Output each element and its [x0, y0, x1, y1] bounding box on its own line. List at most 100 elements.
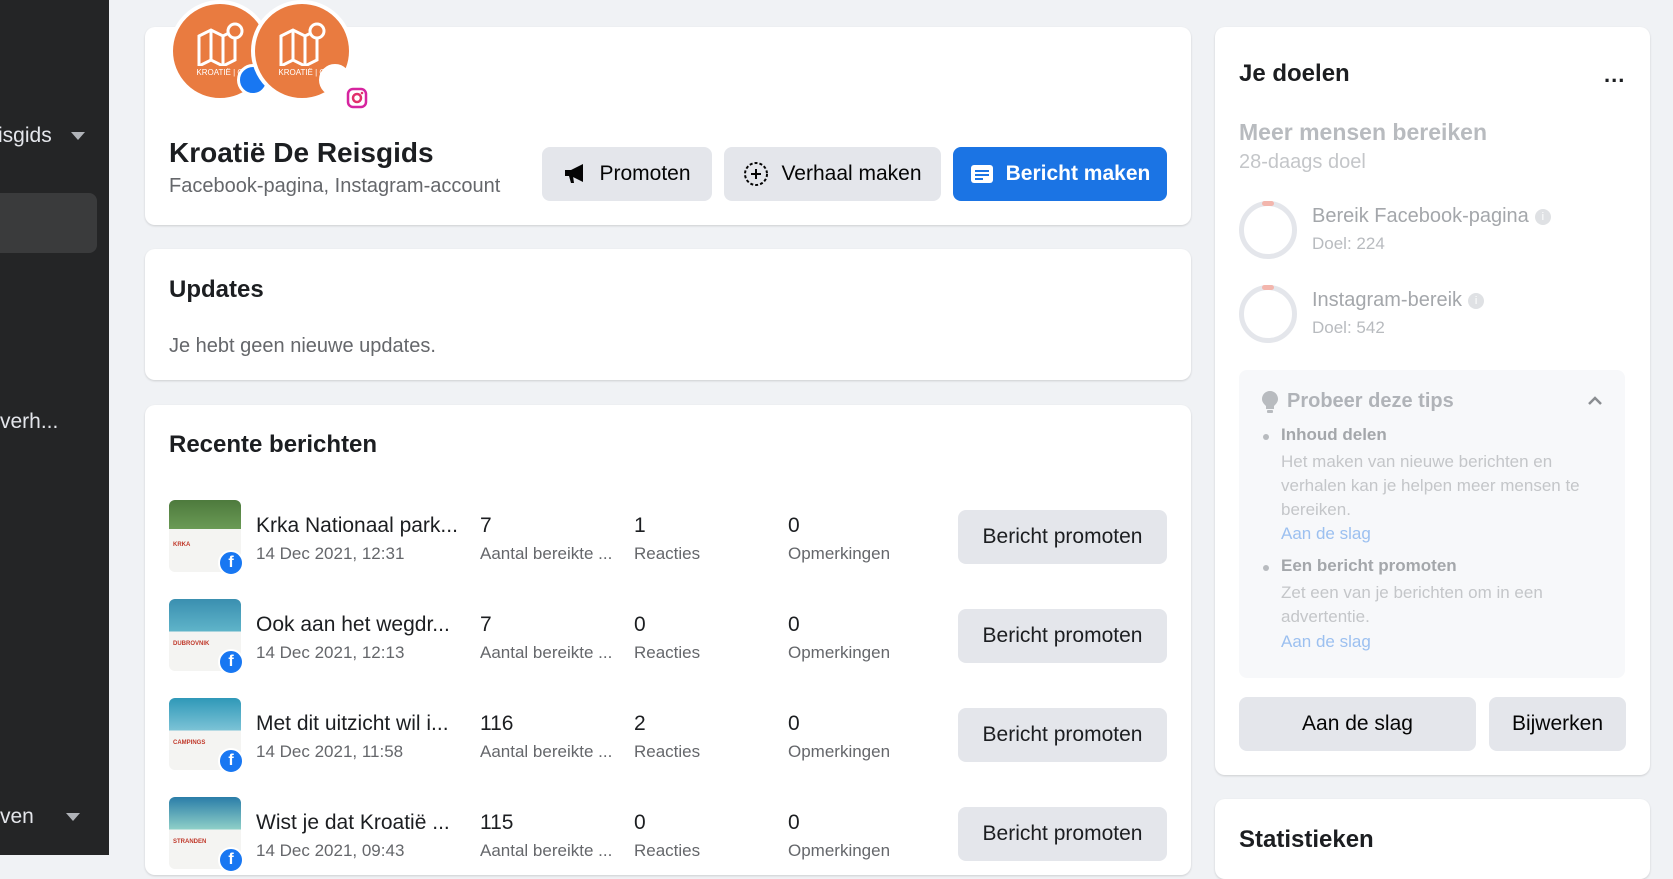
post-reactions-label: Reacties: [634, 742, 701, 761]
megaphone-icon: [565, 164, 584, 183]
lightbulb-icon: [1262, 391, 1278, 413]
get-started-button[interactable]: Aan de slag: [1239, 697, 1476, 751]
post-title[interactable]: Krka Nationaal park...: [256, 514, 458, 538]
post-reactions-value: 0: [634, 613, 646, 636]
post-reach-label: Aantal bereikte ...: [480, 841, 613, 860]
post-row[interactable]: CAMPINGS f Met dit uitzicht wil i... 14 …: [0, 698, 1200, 778]
post-comments-value: 0: [788, 811, 800, 834]
thumbnail-caption: KRKA: [173, 542, 191, 548]
statistics-title: Statistieken: [1239, 826, 1374, 853]
goals-title: Je doelen: [1239, 60, 1350, 87]
info-icon[interactable]: i: [1534, 208, 1551, 225]
post-reach-label: Aantal bereikte ...: [480, 643, 613, 662]
facebook-icon: f: [218, 847, 244, 873]
post-title[interactable]: Ook aan het wegdr...: [256, 613, 450, 637]
post-date: 14 Dec 2021, 09:43: [256, 841, 405, 860]
promote-post-button[interactable]: Bericht promoten: [958, 510, 1167, 564]
statistics-card: Statistieken: [1215, 799, 1650, 879]
post-reach-label: Aantal bereikte ...: [480, 742, 613, 761]
tip-title: Een bericht promoten: [1281, 556, 1457, 575]
post-reach-value: 7: [480, 514, 492, 537]
sidebar-item-label: isgids: [0, 124, 52, 147]
post-row[interactable]: KRKA f Krka Nationaal park... 14 Dec 202…: [0, 500, 1200, 580]
compose-post-icon: [970, 165, 993, 183]
sidebar-item-page[interactable]: isgids: [0, 124, 52, 148]
progress-ring: [1239, 285, 1297, 343]
create-post-button[interactable]: Bericht maken: [953, 147, 1167, 201]
post-comments-label: Opmerkingen: [788, 841, 891, 860]
post-reach-value: 115: [480, 811, 514, 834]
post-comments-label: Opmerkingen: [788, 742, 891, 761]
map-pin-icon: [197, 22, 244, 66]
post-title[interactable]: Wist je dat Kroatië ...: [256, 811, 450, 835]
instagram-account-avatar[interactable]: KROATIË | O: [251, 0, 368, 109]
post-reach-label: Aantal bereikte ...: [480, 544, 613, 563]
promote-post-button[interactable]: Bericht promoten: [958, 609, 1167, 663]
create-story-button[interactable]: Verhaal maken: [724, 147, 941, 201]
goal-heading: Meer mensen bereiken: [1239, 119, 1488, 145]
sidebar-item-label: verh...: [0, 410, 59, 433]
facebook-icon: f: [218, 649, 244, 675]
post-reactions-label: Reacties: [634, 841, 701, 860]
goal-item-title: Instagram-bereik: [1312, 289, 1463, 311]
map-pin-icon: [279, 22, 326, 66]
tip-text: Het maken van nieuwe berichten en verhal…: [1281, 452, 1580, 519]
goal-item-target: Doel: 542: [1312, 318, 1385, 337]
promote-post-button[interactable]: Bericht promoten: [958, 807, 1167, 861]
updates-card: Updates Je hebt geen nieuwe updates.: [145, 249, 1191, 380]
sidebar-item-stories[interactable]: verh...: [0, 410, 58, 434]
post-reactions-value: 2: [634, 712, 646, 735]
goal-item-label: Bereik Facebook-pagina i: [1312, 205, 1551, 228]
post-reach-value: 7: [480, 613, 492, 636]
page-subtitle: Facebook-pagina, Instagram-account: [169, 175, 501, 197]
thumbnail-caption: DUBROVNIK: [173, 641, 210, 647]
get-started-button-label: Aan de slag: [1302, 712, 1413, 735]
chevron-up-icon[interactable]: [1587, 396, 1603, 406]
edit-goals-button-label: Bijwerken: [1511, 712, 1604, 735]
tip-link[interactable]: Aan de slag: [1281, 524, 1371, 544]
post-title[interactable]: Met dit uitzicht wil i...: [256, 712, 449, 736]
thumbnail-caption: CAMPINGS: [173, 740, 206, 746]
goal-item-title: Bereik Facebook-pagina: [1312, 205, 1529, 227]
post-comments-label: Opmerkingen: [788, 643, 891, 662]
post-date: 14 Dec 2021, 12:31: [256, 544, 405, 563]
tip-text: Zet een van je berichten om in een adver…: [1281, 583, 1543, 626]
promote-post-button[interactable]: Bericht promoten: [958, 708, 1167, 762]
post-row[interactable]: STRANDEN f Wist je dat Kroatië ... 14 De…: [0, 797, 1200, 877]
chevron-down-icon[interactable]: [71, 132, 85, 140]
post-comments-value: 0: [788, 514, 800, 537]
create-story-button-label: Verhaal maken: [781, 162, 922, 185]
info-icon[interactable]: i: [1468, 292, 1485, 309]
tips-panel: Probeer deze tips Inhoud delen Het maken…: [1239, 370, 1625, 678]
post-date: 14 Dec 2021, 12:13: [256, 643, 405, 662]
goal-subheading: 28-daags doel: [1239, 151, 1366, 173]
updates-title: Updates: [169, 276, 264, 303]
goal-item-label: Instagram-bereik i: [1312, 289, 1485, 312]
facebook-icon: f: [218, 550, 244, 576]
post-reach-value: 116: [480, 712, 514, 735]
progress-ring: [1239, 201, 1297, 259]
page-title: Kroatië De Reisgids: [169, 137, 434, 168]
bullet: [1263, 565, 1269, 571]
goal-item-target: Doel: 224: [1312, 234, 1385, 253]
post-comments-value: 0: [788, 613, 800, 636]
more-options-icon[interactable]: ...: [1604, 62, 1625, 88]
tips-title: Probeer deze tips: [1287, 390, 1454, 412]
recent-posts-title: Recente berichten: [169, 431, 378, 458]
post-date: 14 Dec 2021, 11:58: [256, 742, 404, 761]
add-story-icon: [744, 162, 769, 186]
edit-goals-button[interactable]: Bijwerken: [1489, 697, 1626, 751]
promote-button[interactable]: Promoten: [542, 147, 712, 201]
post-reactions-value: 1: [634, 514, 646, 537]
post-reactions-label: Reacties: [634, 643, 701, 662]
bullet: [1263, 434, 1269, 440]
post-comments-value: 0: [788, 712, 800, 735]
instagram-icon: [319, 64, 368, 109]
facebook-icon: f: [218, 748, 244, 774]
tip-title: Inhoud delen: [1281, 425, 1387, 444]
post-comments-label: Opmerkingen: [788, 544, 891, 563]
sidebar-item-active[interactable]: [0, 193, 97, 253]
tip-link[interactable]: Aan de slag: [1281, 632, 1371, 652]
thumbnail-caption: STRANDEN: [173, 839, 207, 845]
post-row[interactable]: DUBROVNIK f Ook aan het wegdr... 14 Dec …: [0, 599, 1200, 679]
